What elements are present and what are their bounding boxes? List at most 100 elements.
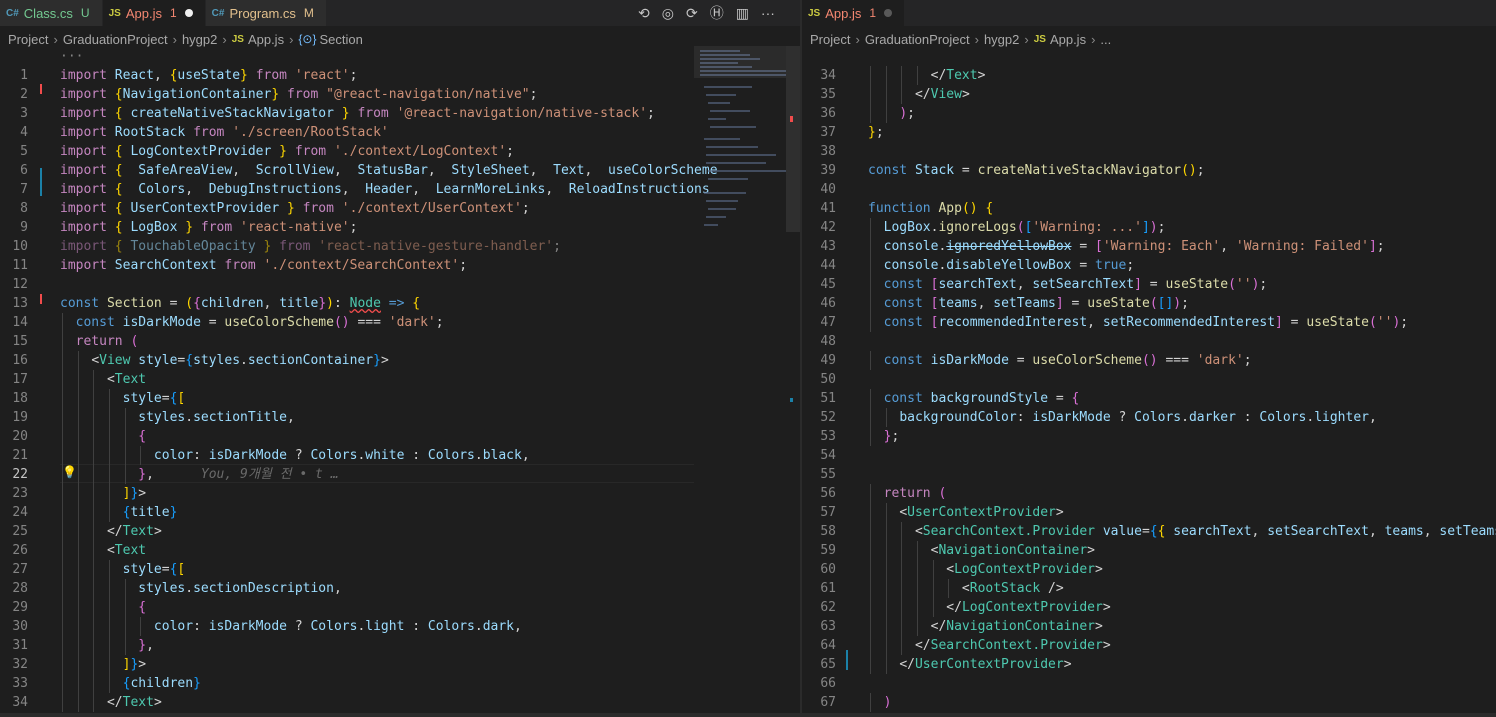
- breadcrumb-file[interactable]: App.js: [1050, 32, 1086, 47]
- code-line[interactable]: color: isDarkMode ? Colors. white : Color…: [60, 446, 530, 465]
- code-line[interactable]: </SearchContext.Provider>: [868, 636, 1111, 655]
- code-line[interactable]: console.ignoredYellowBox = ['Warning: Ea…: [868, 237, 1385, 256]
- code-token: ;: [1259, 277, 1268, 292]
- code-line[interactable]: function App() {: [868, 199, 993, 218]
- folded-region-marker[interactable]: ···: [60, 47, 83, 66]
- timeline-icon[interactable]: ◎: [662, 5, 674, 22]
- lightbulb-icon[interactable]: 💡: [62, 465, 77, 479]
- code-line[interactable]: <SearchContext.Provider value={{ searchT…: [868, 522, 1496, 541]
- code-line[interactable]: styles.sectionTitle,: [60, 408, 295, 427]
- code-line[interactable]: import RootStack from './screen/RootStac…: [60, 123, 389, 142]
- code-line[interactable]: };: [868, 427, 900, 446]
- code-line[interactable]: import { LogBox } from 'react-native';: [60, 218, 357, 237]
- left-code-area[interactable]: ··· 1 import React, {useState} from 'reac…: [0, 49, 800, 717]
- code-line[interactable]: import { createNativeStackNavigator } fr…: [60, 104, 655, 123]
- code-line[interactable]: backgroundColor: isDarkMode ? Colors.dar…: [868, 408, 1377, 427]
- breadcrumb-item[interactable]: GraduationProject: [865, 32, 970, 47]
- code-line[interactable]: <UserContextProvider>: [868, 503, 1063, 522]
- tab-program-cs[interactable]: C# Program.cs M: [205, 0, 327, 26]
- code-line[interactable]: import { SafeAreaView, ScrollView, Statu…: [60, 161, 718, 180]
- code-line[interactable]: <NavigationContainer>: [868, 541, 1095, 560]
- code-token: ?: [1110, 410, 1135, 425]
- code-line[interactable]: return (: [868, 484, 947, 503]
- code-line[interactable]: LogBox.ignoreLogs(['Warning: ...']);: [868, 218, 1166, 237]
- code-line[interactable]: ]}>: [60, 655, 146, 674]
- code-line[interactable]: styles.sectionDescription,: [60, 579, 342, 598]
- line-number: 67: [820, 695, 836, 710]
- code-line[interactable]: import {NavigationContainer} from "@reac…: [60, 85, 537, 104]
- code-token: RootStack: [114, 125, 186, 140]
- breadcrumb-file[interactable]: App.js: [248, 32, 284, 47]
- git-compare-icon[interactable]: Ⓗ: [710, 3, 724, 23]
- code-line[interactable]: </Text>: [60, 693, 162, 712]
- code-token: useColorScheme: [224, 315, 334, 330]
- code-line[interactable]: <LogContextProvider>: [868, 560, 1103, 579]
- code-line[interactable]: const Stack = createNativeStackNavigator…: [868, 161, 1205, 180]
- code-line[interactable]: );: [868, 104, 915, 123]
- more-actions-icon[interactable]: ···: [761, 5, 775, 21]
- code-line[interactable]: const isDarkMode = useColorScheme() === …: [60, 313, 444, 332]
- code-line[interactable]: </NavigationContainer>: [868, 617, 1103, 636]
- code-line[interactable]: <RootStack />: [868, 579, 1064, 598]
- code-line[interactable]: import React, {useState} from 'react';: [60, 66, 357, 85]
- code-line[interactable]: style={[: [60, 389, 186, 408]
- unsaved-dot-icon[interactable]: [184, 9, 193, 17]
- breadcrumb-item[interactable]: Project: [8, 32, 48, 47]
- code-token: backgroundStyle: [930, 391, 1049, 406]
- code-line[interactable]: style={[: [60, 560, 186, 579]
- go-forward-icon[interactable]: ⟳: [686, 5, 698, 22]
- code-line[interactable]: <Text: [60, 541, 146, 560]
- code-line[interactable]: console.disableYellowBox = true;: [868, 256, 1134, 275]
- code-line[interactable]: <Text: [60, 370, 146, 389]
- code-line[interactable]: const isDarkMode = useColorScheme() === …: [868, 351, 1252, 370]
- code-line[interactable]: import { UserContextProvider } from './c…: [60, 199, 530, 218]
- breadcrumb-item[interactable]: hygp2: [984, 32, 1019, 47]
- code-line[interactable]: {children}: [60, 674, 201, 693]
- code-line[interactable]: };: [868, 123, 884, 142]
- breadcrumb: Project › GraduationProject › hygp2 › JS Ap…: [802, 28, 1496, 50]
- vertical-scrollbar[interactable]: [786, 46, 800, 232]
- code-line[interactable]: const [searchText, setSearchText] = useS…: [868, 275, 1268, 294]
- code-line[interactable]: },: [60, 636, 154, 655]
- tab-app-js[interactable]: JS App.js 1: [802, 0, 906, 26]
- split-editor-icon[interactable]: ▥: [736, 5, 749, 22]
- breadcrumb-more[interactable]: ...: [1100, 32, 1111, 47]
- code-line[interactable]: const [teams, setTeams] = useState([]);: [868, 294, 1189, 313]
- code-line[interactable]: {: [60, 598, 146, 617]
- code-line[interactable]: import { LogContextProvider } from './co…: [60, 142, 514, 161]
- code-line[interactable]: {: [60, 427, 146, 446]
- code-line[interactable]: ]}>: [60, 484, 146, 503]
- code-line[interactable]: color: isDarkMode ? Colors. light : Color…: [60, 617, 522, 636]
- code-line[interactable]: </LogContextProvider>: [868, 598, 1110, 617]
- code-line[interactable]: </View>: [868, 85, 970, 104]
- breadcrumb-item[interactable]: GraduationProject: [63, 32, 168, 47]
- code-line[interactable]: ): [868, 693, 892, 712]
- line-number: 7: [20, 182, 28, 197]
- code-line[interactable]: import { Colors, DebugInstructions, Head…: [60, 180, 710, 199]
- code-line[interactable]: <View style={styles.sectionContainer}>: [60, 351, 388, 370]
- breadcrumb-item[interactable]: hygp2: [182, 32, 217, 47]
- code-line[interactable]: return (: [60, 332, 139, 351]
- code-line[interactable]: </UserContextProvider>: [868, 655, 1071, 674]
- code-line[interactable]: </Text>: [868, 66, 986, 85]
- code-token: ,: [185, 182, 209, 197]
- tab-class-cs[interactable]: C# Class.cs U: [0, 0, 103, 26]
- code-line[interactable]: const [recommendedInterest, setRecommend…: [868, 313, 1408, 332]
- code-line[interactable]: const Section = ({children, title}): Nod…: [60, 294, 420, 313]
- unsaved-dot-icon[interactable]: [884, 9, 893, 17]
- tab-app-js[interactable]: JS App.js 1: [102, 0, 206, 26]
- breadcrumb-symbol[interactable]: Section: [320, 32, 363, 47]
- code-line[interactable]: const backgroundStyle = {: [868, 389, 1080, 408]
- code-line[interactable]: }, You, 9개월 전 • t …: [60, 465, 338, 484]
- code-token: styles: [138, 410, 186, 425]
- code-line[interactable]: import { TouchableOpacity } from 'react-…: [60, 237, 561, 256]
- right-code-area[interactable]: 34 </Text> 35 </View> 36 ); 37}; 38 39 const S…: [802, 56, 1496, 717]
- code-line[interactable]: {title}: [60, 503, 178, 522]
- minimap[interactable]: [694, 46, 792, 236]
- code-line[interactable]: import SearchContext from './context/Sea…: [60, 256, 467, 275]
- code-line[interactable]: </Text>: [60, 522, 162, 541]
- go-back-icon[interactable]: ⟲: [638, 5, 650, 22]
- breadcrumb-item[interactable]: Project: [810, 32, 850, 47]
